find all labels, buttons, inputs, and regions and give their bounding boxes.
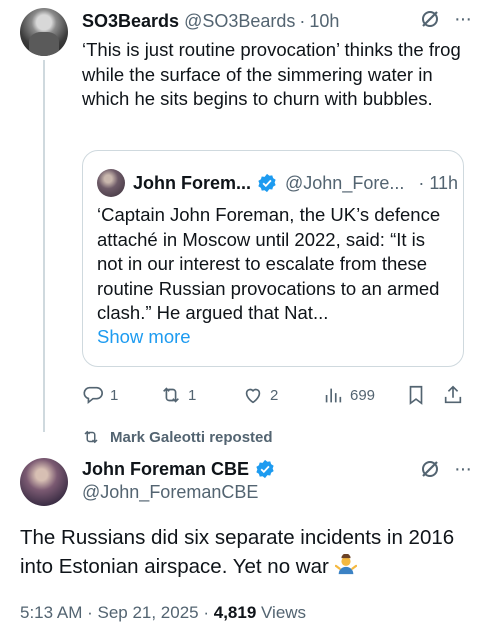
repost-banner-text: Mark Galeotti reposted: [110, 428, 273, 446]
quoted-post-header: John Forem... @John_Fore... · 11h: [97, 169, 458, 197]
repost-count: 1: [188, 386, 197, 404]
avatar-john-foreman[interactable]: [20, 458, 68, 506]
quoted-avatar: [97, 169, 125, 197]
reply-count: 1: [110, 386, 119, 404]
display-name[interactable]: SO3Beards: [82, 11, 179, 32]
like-button[interactable]: 2: [242, 382, 278, 408]
post-header: SO3Beards @SO3Beards · 10h ···: [82, 9, 472, 33]
main-post-text: The Russians did six separate incidents …: [20, 523, 470, 581]
repost-banner[interactable]: Mark Galeotti reposted: [82, 428, 273, 446]
verified-badge-icon: [256, 459, 274, 479]
show-more-link[interactable]: Show more: [97, 326, 191, 348]
post-timestamp[interactable]: 5:13 AM · Sep 21, 2025 ·: [20, 603, 214, 622]
quoted-display-name: John Forem...: [133, 172, 252, 193]
reply-button[interactable]: 1: [82, 382, 118, 408]
main-post-header: John Foreman CBE ···: [82, 457, 472, 481]
user-handle[interactable]: @SO3Beards: [184, 11, 295, 32]
like-count: 2: [270, 386, 279, 404]
main-post-body: The Russians did six separate incidents …: [20, 526, 455, 578]
post-actions-bar: 1 1 2 699: [82, 382, 465, 408]
views-total: 4,819: [213, 603, 257, 622]
bookmark-icon[interactable]: [405, 384, 427, 406]
heart-icon: [245, 388, 261, 404]
post-time[interactable]: 10h: [309, 11, 339, 32]
quoted-handle: @John_Fore...: [285, 172, 405, 193]
analytics-icon: [325, 388, 342, 403]
more-options-icon[interactable]: ···: [454, 9, 472, 29]
repost-button[interactable]: 1: [160, 382, 196, 408]
main-user-handle[interactable]: @John_ForemanCBE: [82, 482, 258, 503]
more-options-icon[interactable]: ···: [454, 459, 472, 479]
views-button[interactable]: 699: [322, 382, 375, 408]
repost-icon: [163, 387, 179, 403]
post-metadata: 5:13 AM · Sep 21, 2025 · 4,819 Views: [20, 603, 306, 623]
separator-dot: ·: [299, 10, 306, 31]
quoted-post-card[interactable]: John Forem... @John_Fore... · 11h ‘Capta…: [82, 150, 464, 367]
post-text: ‘This is just routine provocation’ think…: [82, 39, 461, 109]
reply-icon: [83, 386, 103, 405]
main-display-name[interactable]: John Foreman CBE: [82, 459, 249, 480]
thread-connector-line: [43, 60, 45, 432]
grok-icon[interactable]: [420, 9, 440, 29]
verified-badge-icon: [258, 173, 276, 193]
views-count: 699: [350, 386, 376, 404]
views-label: Views: [256, 603, 307, 622]
avatar-so3beards[interactable]: [20, 8, 68, 56]
repost-icon: [84, 430, 98, 444]
share-icon[interactable]: [442, 384, 464, 406]
man-shrugging-emoji-icon: [334, 554, 357, 575]
quoted-post-text: ‘Captain John Foreman, the UK’s defence …: [97, 204, 441, 323]
grok-icon[interactable]: [420, 459, 440, 479]
quoted-time: · 11h: [418, 172, 459, 193]
